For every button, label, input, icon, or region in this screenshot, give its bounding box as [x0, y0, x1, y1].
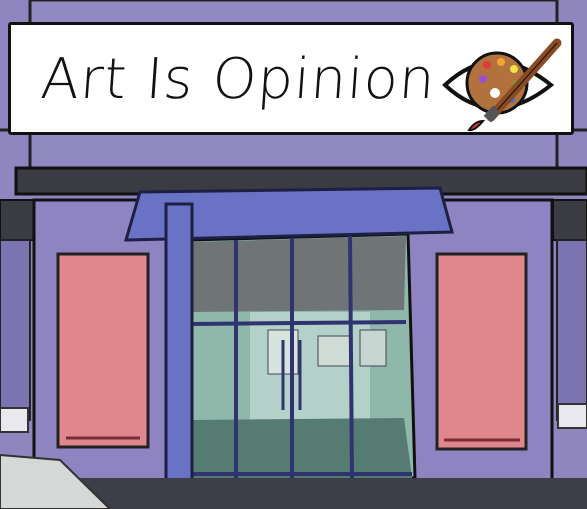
awning-post [164, 202, 194, 509]
pink-panel-left [56, 252, 150, 449]
shop-sign: Art Is Opinion [8, 22, 574, 135]
pink-panel-right [435, 252, 528, 451]
shop-sign-title: Art Is Opinion [38, 47, 438, 112]
eye-palette-paintbrush-icon [442, 38, 562, 132]
shop-window [188, 232, 417, 480]
